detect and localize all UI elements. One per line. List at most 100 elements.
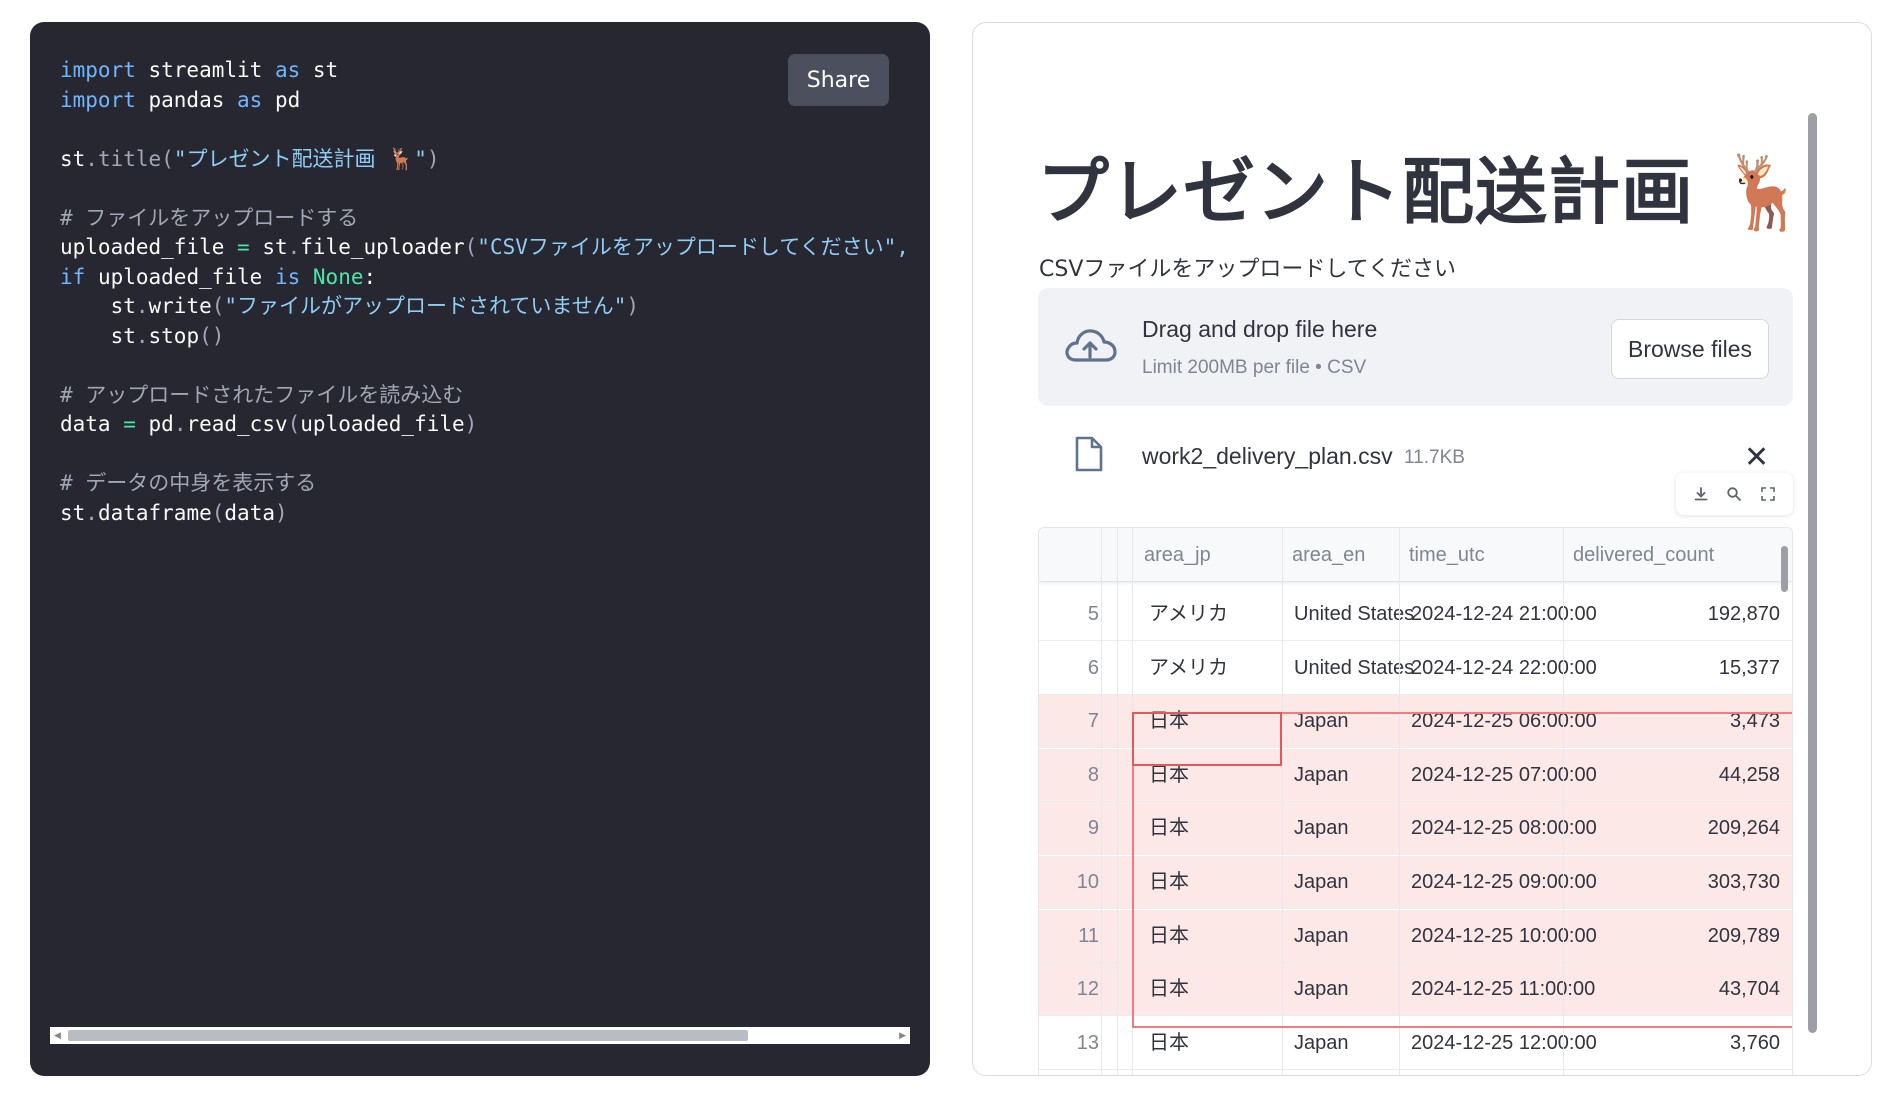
cell-area-en[interactable]: Japan [1294, 963, 1349, 1016]
cell-time-utc[interactable]: 2024-12-24 22:00:00 [1411, 642, 1597, 695]
cell-time-utc[interactable]: 2024-12-25 12:00:00 [1411, 1017, 1597, 1070]
cell-area-en[interactable]: United States [1294, 588, 1414, 641]
fullscreen-icon[interactable] [1758, 484, 1778, 504]
cell-time-utc[interactable]: 2024-12-25 07:00:00 [1411, 749, 1597, 802]
cell-area-en[interactable]: Japan [1294, 695, 1349, 748]
cell-area-en[interactable]: Japan [1294, 802, 1349, 855]
cell-time-utc[interactable]: 2024-12-25 09:00:00 [1411, 856, 1597, 909]
column-header-time-utc[interactable]: time_utc [1409, 528, 1485, 582]
cell-delivered-count[interactable]: 15,377 [1719, 642, 1780, 695]
cell-area-jp[interactable]: 日本 [1149, 695, 1189, 748]
cell-delivered-count[interactable]: 44,258 [1719, 749, 1780, 802]
cell-delivered-count[interactable]: 43,704 [1719, 963, 1780, 1016]
code-token: ) [274, 500, 288, 525]
cell-delivered-count[interactable]: 3,473 [1730, 695, 1780, 748]
horizontal-scrollbar-thumb[interactable] [68, 1030, 748, 1041]
uploaded-file-name: work2_delivery_plan.csv [1142, 443, 1393, 469]
code-token: import [60, 87, 136, 112]
code-token: = [123, 412, 136, 436]
row-index[interactable]: 13 [1039, 1017, 1099, 1070]
cell-area-jp[interactable]: 日本 [1149, 802, 1189, 855]
row-index[interactable]: 12 [1039, 963, 1099, 1016]
row-index[interactable]: 8 [1039, 749, 1099, 802]
code-token: "ファイルがアップロードされていません" [224, 294, 627, 318]
table-row[interactable]: 8 日本 Japan 2024-12-25 07:00:00 44,258 [1039, 748, 1792, 802]
table-scrollbar[interactable] [1781, 546, 1788, 592]
download-icon[interactable] [1691, 484, 1711, 504]
table-row[interactable]: 5 アメリカ United States 2024-12-24 21:00:00 192… [1039, 588, 1792, 641]
table-row[interactable]: 11 日本 Japan 2024-12-25 10:00:00 209,789 [1039, 909, 1792, 963]
scroll-left-icon[interactable]: ◀ [54, 1027, 61, 1044]
cell-delivered-count[interactable]: 209,789 [1708, 910, 1780, 963]
app-preview-panel: プレゼント配送計画 🦌 CSVファイルをアップロードしてください Drag an… [972, 22, 1872, 1076]
dataframe-table[interactable]: area_jp area_en time_utc delivered_count… [1038, 527, 1793, 1075]
cell-delivered-count[interactable]: 192,870 [1708, 588, 1780, 641]
cell-area-jp[interactable]: アメリカ [1149, 588, 1228, 641]
cell-area-en[interactable]: Japan [1294, 1017, 1349, 1070]
share-button[interactable]: Share [788, 54, 889, 106]
cell-area-en[interactable]: Japan [1294, 749, 1349, 802]
cell-area-en[interactable]: United States [1294, 642, 1414, 695]
code-token: st [60, 323, 136, 348]
code-token: st [249, 235, 288, 259]
cell-area-en[interactable]: Japan [1294, 910, 1349, 963]
code-line: st.dataframe(data) [60, 499, 920, 529]
cell-area-jp[interactable]: 日本 [1149, 910, 1189, 963]
cell-time-utc[interactable]: 2024-12-25 10:00:00 [1411, 910, 1597, 963]
vertical-scrollbar[interactable] [1808, 113, 1817, 1033]
cell-time-utc[interactable]: 2024-12-25 06:00:00 [1411, 695, 1597, 748]
cell-area-jp[interactable]: 日本 [1149, 749, 1189, 802]
cell-area-en[interactable]: Japan [1294, 856, 1349, 909]
table-header: area_jp area_en time_utc delivered_count [1039, 528, 1792, 582]
cell-time-utc[interactable]: 2024-12-25 11:00:00 [1411, 963, 1595, 1016]
code-token: # データの中身を表示する [60, 471, 317, 495]
code-token: ) [626, 294, 640, 318]
row-index[interactable]: 7 [1039, 695, 1099, 748]
code-token: streamlit [135, 58, 275, 82]
file-dropzone[interactable]: Drag and drop file here Limit 200MB per … [1038, 288, 1793, 406]
row-index[interactable]: 9 [1039, 802, 1099, 855]
code-line: # データの中身を表示する [60, 469, 920, 499]
cell-area-jp[interactable]: 日本 [1149, 963, 1189, 1016]
code-block[interactable]: import streamlit as st import pandas as p… [60, 56, 920, 528]
scroll-right-icon[interactable]: ▶ [899, 1027, 906, 1044]
row-index[interactable]: 10 [1039, 856, 1099, 909]
row-index[interactable]: 6 [1039, 642, 1099, 695]
row-index[interactable]: 11 [1039, 910, 1099, 963]
cell-time-utc[interactable]: 2024-12-24 21:00:00 [1411, 588, 1597, 641]
code-token: "プレゼント配送計画 🦌" [173, 146, 427, 171]
column-header-area-en[interactable]: area_en [1292, 528, 1365, 582]
code-token: pandas [135, 87, 238, 112]
table-row[interactable]: 6 アメリカ United States 2024-12-24 22:00:00 15,… [1039, 642, 1792, 695]
column-header-area-jp[interactable]: area_jp [1144, 528, 1211, 582]
code-line: # ファイルをアップロードする [60, 204, 920, 234]
horizontal-scrollbar[interactable]: ◀ ▶ [50, 1027, 910, 1044]
cell-delivered-count[interactable]: 209,264 [1708, 802, 1780, 855]
code-token: ) [464, 412, 478, 436]
code-token: is [274, 264, 301, 289]
table-row[interactable]: 7 日本 Japan 2024-12-25 06:00:00 3,473 [1039, 695, 1792, 749]
cell-area-jp[interactable]: アメリカ [1149, 642, 1228, 695]
table-row[interactable]: 9 日本 Japan 2024-12-25 08:00:00 209,264 [1039, 802, 1792, 856]
cloud-upload-icon [1062, 326, 1118, 371]
cell-area-jp[interactable]: 日本 [1149, 856, 1189, 909]
cell-area-jp[interactable]: 日本 [1149, 1017, 1189, 1070]
cell-time-utc[interactable]: 2024-12-25 08:00:00 [1411, 802, 1597, 855]
cell-delivered-count[interactable]: 3,760 [1730, 1017, 1780, 1070]
browse-files-button[interactable]: Browse files [1611, 319, 1769, 379]
table-row[interactable]: 12 日本 Japan 2024-12-25 11:00:00 43,704 [1039, 963, 1792, 1017]
search-icon[interactable] [1724, 484, 1744, 504]
cell-delivered-count[interactable]: 303,730 [1708, 856, 1780, 909]
code-token: ) [426, 146, 440, 171]
table-row[interactable]: 10 日本 Japan 2024-12-25 09:00:00 303,730 [1039, 856, 1792, 909]
remove-file-close-icon[interactable]: ✕ [1744, 443, 1769, 473]
code-token: "CSVファイルをアップロードしてください", [477, 235, 909, 259]
table-row[interactable]: 13 日本 Japan 2024-12-25 12:00:00 3,760 [1039, 1017, 1792, 1070]
code-token: stop [148, 323, 200, 348]
column-header-delivered-count[interactable]: delivered_count [1573, 528, 1714, 582]
row-index[interactable]: 5 [1039, 588, 1099, 641]
